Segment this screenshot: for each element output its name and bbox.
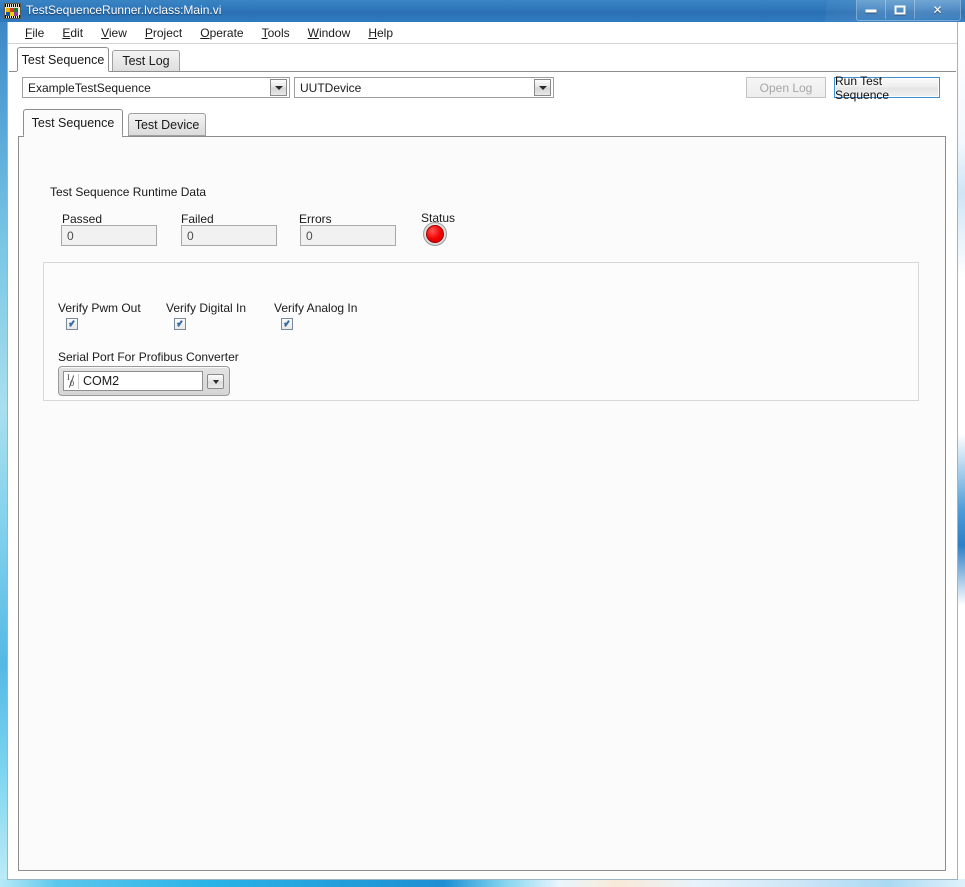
tab-test-sequence[interactable]: Test Sequence [17,47,109,72]
menu-bar: File Edit View Project Operate Tools Win… [8,22,957,44]
errors-value: 0 [300,225,396,246]
window-frame: TestSequenceRunner.lvclass:Main.vi ✕ Fil… [0,0,965,887]
window-title: TestSequenceRunner.lvclass:Main.vi [26,3,221,18]
serial-port-dropdown-button[interactable] [207,374,224,389]
outer-tab-strip: Test Sequence Test Log [9,45,956,72]
check-icon [283,318,293,330]
toolbar: ExampleTestSequence UUTDevice Open Log R… [8,72,957,107]
visa-io-icon: I 0 [66,374,79,389]
inner-tab-active-mask [24,135,122,137]
menu-item-file[interactable]: File [16,24,53,42]
serial-port-visa-control[interactable]: I 0 COM2 [58,366,230,396]
verify-analog-in-label: Verify Analog In [274,301,357,315]
chevron-down-icon [275,86,283,90]
menu-item-edit[interactable]: Edit [53,24,92,42]
device-select-button[interactable] [534,79,551,96]
menu-item-tools[interactable]: Tools [253,24,299,42]
menu-edit-rest: dit [70,26,83,40]
serial-port-label: Serial Port For Profibus Converter [58,350,239,364]
menu-item-window[interactable]: Window [299,24,360,42]
menu-view-accel: V [101,26,109,40]
window-edge-right [958,22,965,880]
inner-tab-control: Test Sequence Runtime Data Passed Failed… [18,108,946,871]
verify-analog-in-checkbox[interactable] [281,318,293,330]
verify-digital-in-label: Verify Digital In [166,301,246,315]
chevron-down-icon [213,380,219,384]
chevron-down-icon [539,86,547,90]
passed-label: Passed [62,212,102,226]
status-led-indicator [423,222,447,246]
minimize-button[interactable] [857,0,886,19]
menu-project-rest: roject [153,26,182,40]
device-select-value: UUTDevice [295,81,534,95]
outer-tab-active-mask [17,71,107,73]
close-icon: ✕ [932,4,942,16]
run-test-sequence-button[interactable]: Run Test Sequence [834,77,940,98]
serial-port-value: COM2 [79,374,119,388]
inner-tab-test-sequence[interactable]: Test Sequence [23,109,123,136]
device-options-panel: Verify Pwm Out Verify Digital In Verify … [43,262,919,401]
outer-tab-separator [9,71,956,72]
passed-value: 0 [61,225,157,246]
verify-digital-in-checkbox[interactable] [174,318,186,330]
menu-project-accel: P [145,26,153,40]
serial-port-input[interactable]: I 0 COM2 [63,371,203,391]
menu-item-view[interactable]: View [92,24,136,42]
menu-window-accel: W [308,26,319,40]
client-area: File Edit View Project Operate Tools Win… [7,22,958,880]
sequence-select-value: ExampleTestSequence [23,81,270,95]
menu-window-rest: indow [319,26,350,40]
maximize-button[interactable] [886,0,915,19]
title-bar[interactable]: TestSequenceRunner.lvclass:Main.vi ✕ [0,0,965,22]
sequence-select[interactable]: ExampleTestSequence [22,77,290,98]
close-button[interactable]: ✕ [915,0,960,19]
runtime-data-heading: Test Sequence Runtime Data [50,185,206,199]
menu-help-rest: elp [377,26,393,40]
open-log-button[interactable]: Open Log [746,77,826,98]
menu-file-rest: ile [32,26,44,40]
menu-item-help[interactable]: Help [359,24,402,42]
verify-pwm-out-checkbox[interactable] [66,318,78,330]
menu-help-accel: H [368,26,377,40]
menu-tools-rest: ools [268,26,290,40]
window-edge-bottom [0,879,965,887]
inner-tab-test-device[interactable]: Test Device [128,113,206,136]
errors-label: Errors [299,212,332,226]
status-led-bulb [426,225,444,243]
menu-operate-rest: perate [210,26,244,40]
tab-test-log[interactable]: Test Log [112,50,180,72]
maximize-icon [895,5,906,14]
failed-value: 0 [181,225,277,246]
menu-operate-accel: O [200,26,209,40]
labview-vi-icon [4,3,21,19]
check-icon [68,318,78,330]
inner-tab-panel: Test Sequence Runtime Data Passed Failed… [18,136,946,871]
menu-item-project[interactable]: Project [136,24,191,42]
sequence-select-button[interactable] [270,79,287,96]
device-select[interactable]: UUTDevice [294,77,554,98]
verify-pwm-out-label: Verify Pwm Out [58,301,141,315]
window-controls: ✕ [856,0,961,21]
check-icon [176,318,186,330]
minimize-icon [866,10,877,13]
menu-item-operate[interactable]: Operate [191,24,252,42]
failed-label: Failed [181,212,214,226]
menu-view-rest: iew [109,26,127,40]
